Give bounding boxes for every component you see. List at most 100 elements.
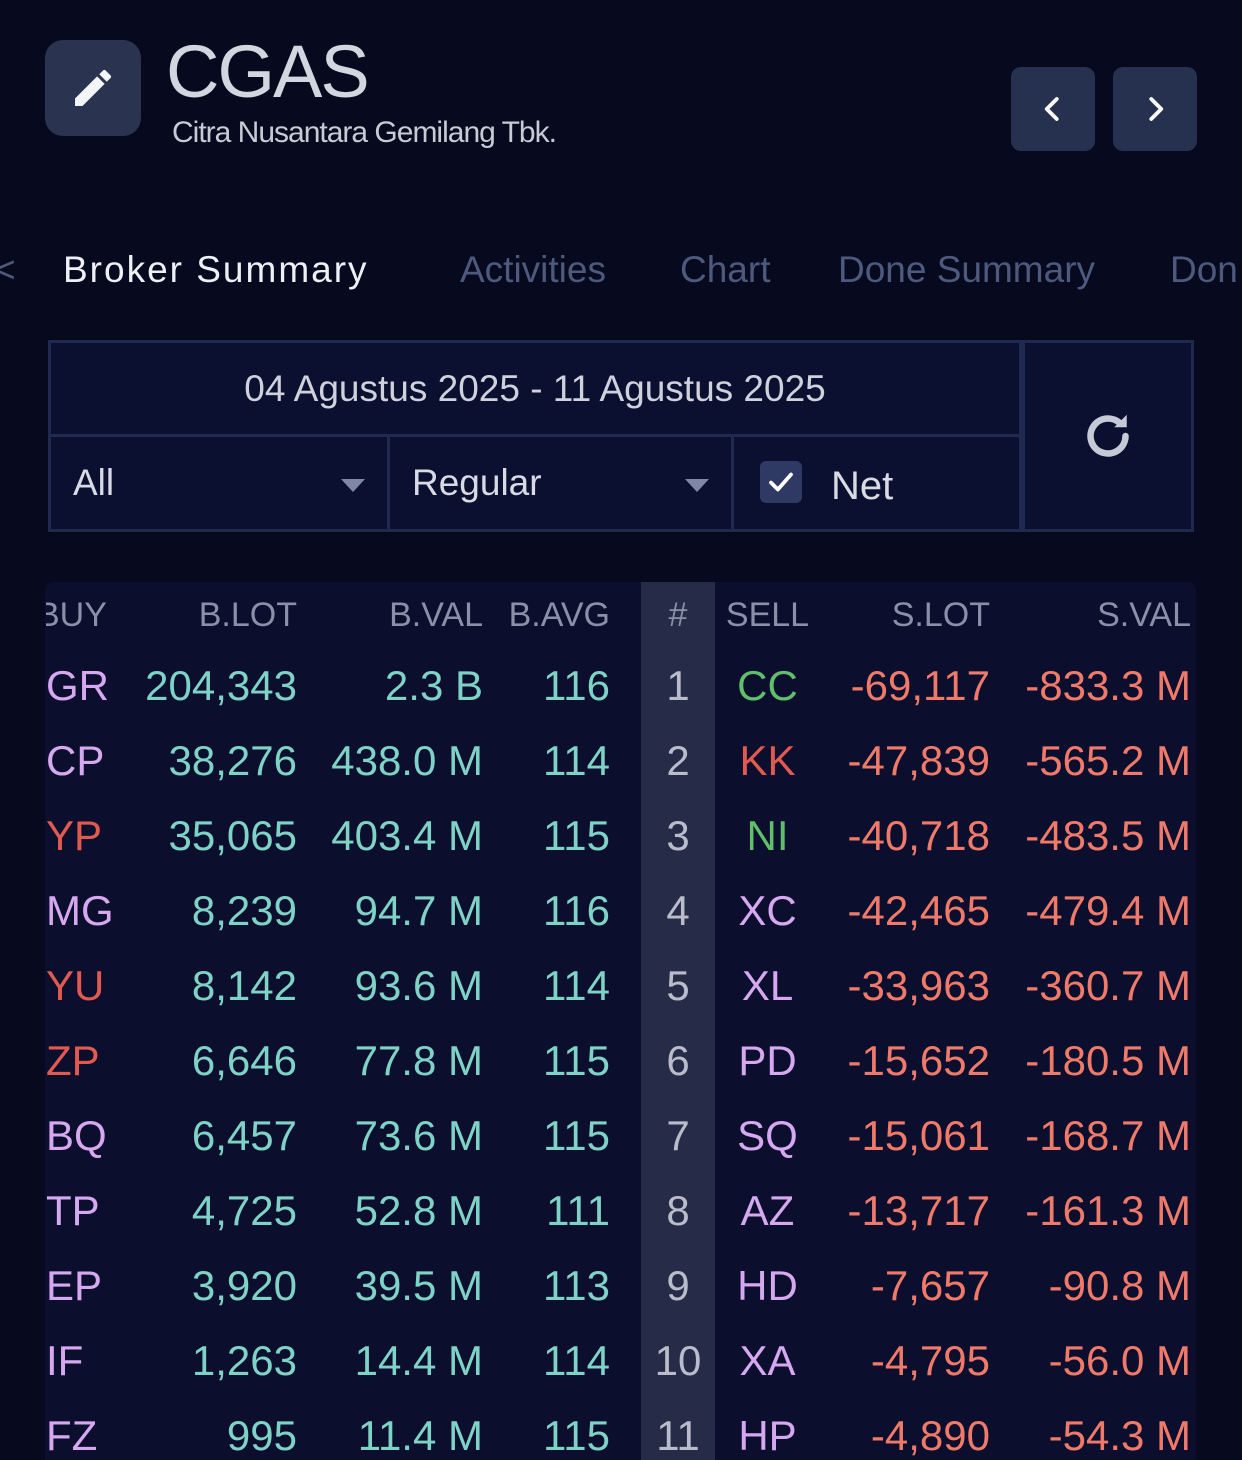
chevron-right-icon xyxy=(1149,97,1164,121)
refresh-button[interactable] xyxy=(1022,340,1194,532)
table-row[interactable]: GR 204,343 2.3 B 116 1 CC -69,117 -833.3 M xyxy=(0,648,1196,723)
sell-broker-code[interactable]: XL xyxy=(715,948,820,1023)
buy-average: 115 xyxy=(543,1112,610,1159)
previous-stock-button[interactable] xyxy=(1011,67,1095,151)
net-toggle[interactable]: Net xyxy=(731,434,1022,532)
tab-done-summary[interactable]: Done Summary xyxy=(838,245,1095,295)
sell-value: -833.3 M xyxy=(1025,662,1191,709)
sell-broker-code[interactable]: CC xyxy=(715,648,820,723)
rank-number: 7 xyxy=(666,1112,690,1159)
market-type-select[interactable]: Regular xyxy=(387,434,734,532)
sell-broker-code[interactable]: SQ xyxy=(715,1098,820,1173)
header-b-lot[interactable]: B.LOT xyxy=(120,582,297,648)
sell-lot: -15,652 xyxy=(847,1037,990,1084)
header-buy[interactable]: BUY xyxy=(46,582,116,648)
header-s-val[interactable]: S.VAL xyxy=(995,582,1191,648)
rank-number: 9 xyxy=(666,1262,690,1309)
buy-value: 94.7 M xyxy=(354,887,483,934)
tab-overflow-left: < xyxy=(0,249,16,290)
caret-down-icon xyxy=(341,479,365,492)
sell-broker-code[interactable]: XC xyxy=(715,873,820,948)
header-sell[interactable]: SELL xyxy=(715,582,820,648)
header-b-avg[interactable]: B.AVG xyxy=(490,582,610,648)
rank-number: 1 xyxy=(666,662,690,709)
sell-value: -479.4 M xyxy=(1025,887,1191,934)
buy-broker-code[interactable]: ZP xyxy=(46,1023,126,1098)
buy-lot: 995 xyxy=(226,1412,297,1459)
buy-value: 11.4 M xyxy=(357,1412,483,1459)
sell-broker-code[interactable]: HD xyxy=(715,1248,820,1323)
buy-average: 114 xyxy=(543,1337,610,1384)
buy-lot: 204,343 xyxy=(145,662,297,709)
sell-lot: -47,839 xyxy=(847,737,990,784)
buy-broker-code[interactable]: YP xyxy=(46,798,126,873)
table-row[interactable]: IF 1,263 14.4 M 114 10 XA -4,795 -56.0 M xyxy=(0,1323,1196,1398)
buy-broker-code[interactable]: EP xyxy=(46,1248,126,1323)
table-row[interactable]: YP 35,065 403.4 M 115 3 NI -40,718 -483.5 M xyxy=(0,798,1196,873)
tab-chart[interactable]: Chart xyxy=(680,245,770,295)
check-icon xyxy=(769,472,793,492)
refresh-icon xyxy=(1087,414,1129,457)
buy-average: 111 xyxy=(546,1187,610,1234)
net-checkbox[interactable] xyxy=(760,461,802,503)
buy-broker-code[interactable]: IF xyxy=(46,1323,126,1398)
broker-summary-table: BUY B.LOT B.VAL B.AVG # SELL S.LOT S.VAL… xyxy=(0,582,1196,1460)
sell-value: -360.7 M xyxy=(1025,962,1191,1009)
sell-lot: -4,795 xyxy=(870,1337,990,1384)
buy-broker-code[interactable]: MG xyxy=(46,873,126,948)
buy-broker-code[interactable]: CP xyxy=(46,723,126,798)
table-row[interactable]: FZ 995 11.4 M 115 11 HP -4,890 -54.3 M xyxy=(0,1398,1196,1460)
buy-broker-code[interactable]: BQ xyxy=(46,1098,126,1173)
buy-average: 115 xyxy=(543,1412,610,1459)
table-row[interactable]: TP 4,725 52.8 M 111 8 AZ -13,717 -161.3 M xyxy=(0,1173,1196,1248)
rank-number: 5 xyxy=(666,962,690,1009)
filter-panel: 04 Agustus 2025 - 11 Agustus 2025 All Re… xyxy=(48,340,1194,532)
buy-value: 93.6 M xyxy=(354,962,483,1009)
sell-lot: -4,890 xyxy=(870,1412,990,1459)
next-stock-button[interactable] xyxy=(1113,67,1197,151)
buy-lot: 6,646 xyxy=(191,1037,297,1084)
caret-down-icon xyxy=(685,479,709,492)
buy-lot: 8,142 xyxy=(191,962,297,1009)
tab-bar: < Broker Summary Activities Chart Done S… xyxy=(0,245,1242,295)
sell-broker-code[interactable]: NI xyxy=(715,798,820,873)
buy-average: 114 xyxy=(543,737,610,784)
header-s-lot[interactable]: S.LOT xyxy=(820,582,990,648)
sell-broker-code[interactable]: AZ xyxy=(715,1173,820,1248)
sell-value: -483.5 M xyxy=(1025,812,1191,859)
buy-broker-code[interactable]: GR xyxy=(46,648,126,723)
market-type-value: Regular xyxy=(412,462,542,503)
tab-done-detail[interactable]: Don xyxy=(1170,245,1238,295)
buy-average: 115 xyxy=(543,1037,610,1084)
table-row[interactable]: YU 8,142 93.6 M 114 5 XL -33,963 -360.7 M xyxy=(0,948,1196,1023)
table-row[interactable]: MG 8,239 94.7 M 116 4 XC -42,465 -479.4 M xyxy=(0,873,1196,948)
rank-number: 8 xyxy=(666,1187,690,1234)
date-range-picker[interactable]: 04 Agustus 2025 - 11 Agustus 2025 xyxy=(48,340,1022,437)
sell-broker-code[interactable]: XA xyxy=(715,1323,820,1398)
sell-value: -161.3 M xyxy=(1025,1187,1191,1234)
table-row[interactable]: ZP 6,646 77.8 M 115 6 PD -15,652 -180.5 M xyxy=(0,1023,1196,1098)
buy-broker-code[interactable]: FZ xyxy=(46,1398,126,1460)
sell-broker-code[interactable]: KK xyxy=(715,723,820,798)
header-b-val[interactable]: B.VAL xyxy=(300,582,483,648)
buy-value: 14.4 M xyxy=(354,1337,483,1384)
table-row[interactable]: BQ 6,457 73.6 M 115 7 SQ -15,061 -168.7 M xyxy=(0,1098,1196,1173)
buy-broker-code[interactable]: YU xyxy=(46,948,126,1023)
tab-broker-summary[interactable]: Broker Summary xyxy=(63,245,369,295)
sell-broker-code[interactable]: PD xyxy=(715,1023,820,1098)
edit-watchlist-button[interactable] xyxy=(45,40,141,136)
rank-number: 11 xyxy=(656,1412,700,1459)
table-header: BUY B.LOT B.VAL B.AVG # SELL S.LOT S.VAL xyxy=(0,582,1196,657)
table-row[interactable]: CP 38,276 438.0 M 114 2 KK -47,839 -565.2 M xyxy=(0,723,1196,798)
investor-type-select[interactable]: All xyxy=(48,434,390,532)
rank-number: 2 xyxy=(666,737,690,784)
buy-lot: 3,920 xyxy=(191,1262,297,1309)
investor-type-value: All xyxy=(73,462,115,503)
sell-broker-code[interactable]: HP xyxy=(715,1398,820,1460)
sell-value: -565.2 M xyxy=(1025,737,1191,784)
tab-activities[interactable]: Activities xyxy=(460,245,606,295)
buy-broker-code[interactable]: TP xyxy=(46,1173,126,1248)
buy-average: 114 xyxy=(543,962,610,1009)
table-row[interactable]: EP 3,920 39.5 M 113 9 HD -7,657 -90.8 M xyxy=(0,1248,1196,1323)
company-name: Citra Nusantara Gemilang Tbk. xyxy=(172,116,557,149)
